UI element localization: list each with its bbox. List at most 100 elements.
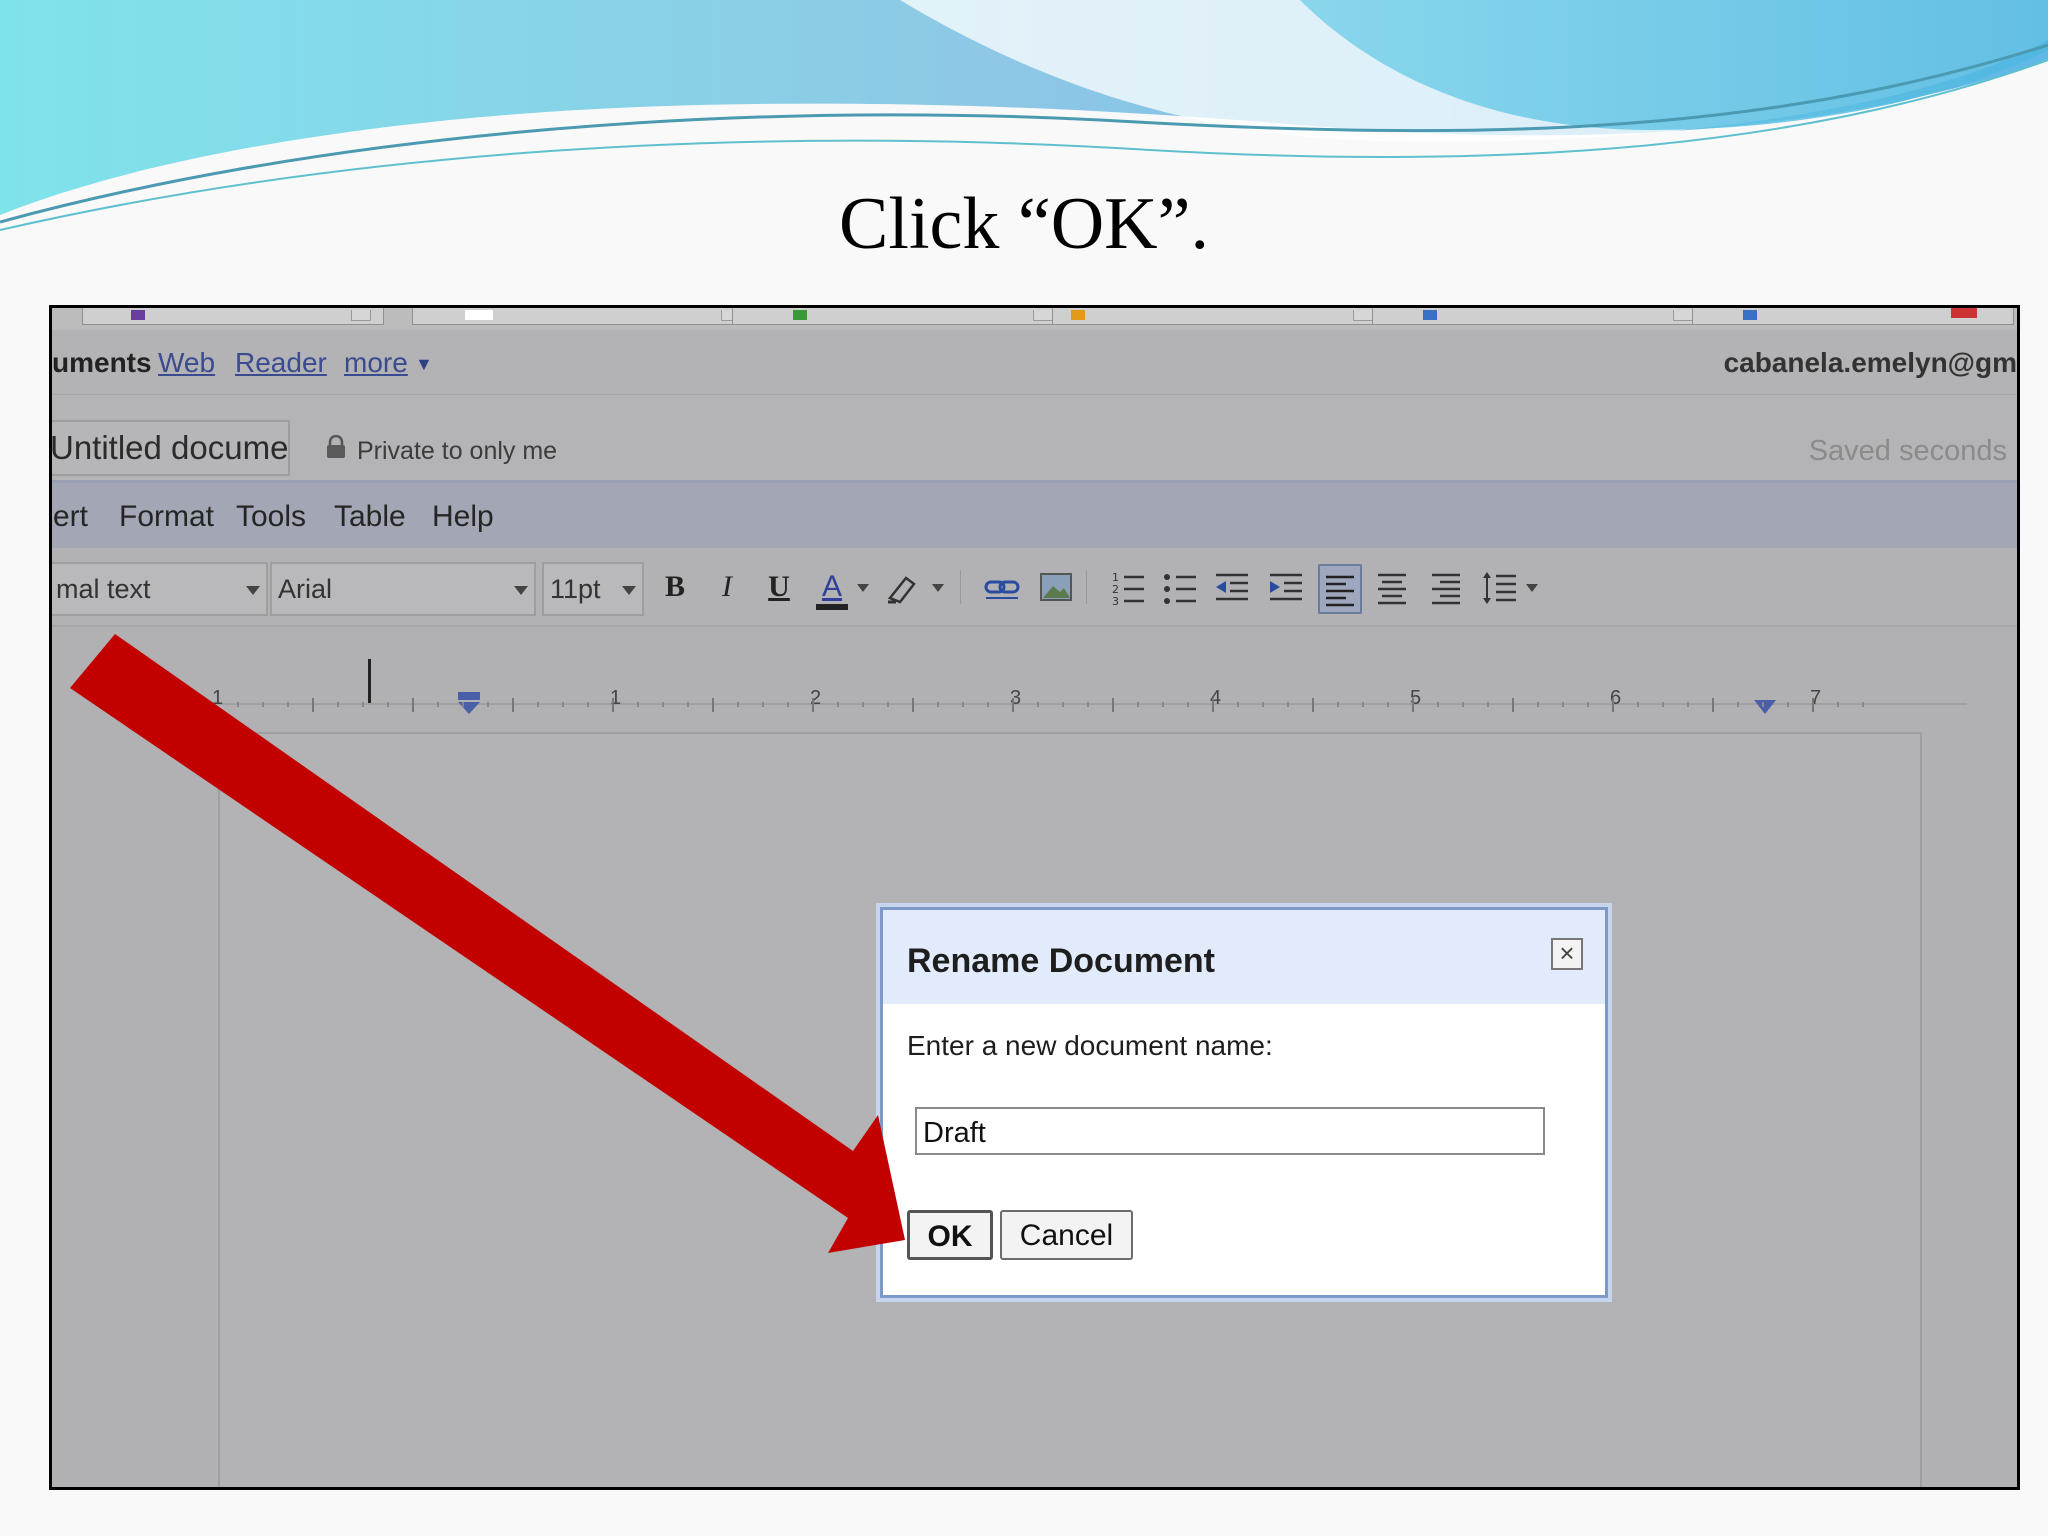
decrease-indent-icon[interactable] [1212,564,1252,610]
browser-tab[interactable] [732,308,1064,325]
cancel-button[interactable]: Cancel [1000,1210,1133,1260]
menu-tools[interactable]: Tools [236,500,306,534]
gbar-link-web[interactable]: Web [158,347,215,379]
increase-indent-icon[interactable] [1266,564,1306,610]
browser-tab[interactable] [412,308,754,325]
account-email[interactable]: cabanela.emelyn@gm [1724,347,2017,379]
menu-help[interactable]: Help [432,500,494,534]
menu-format[interactable]: Format [119,500,214,534]
ruler-tick [412,698,414,712]
bold-button[interactable]: B [655,564,695,610]
ruler-dot [637,702,639,707]
browser-tab-strip [52,308,2017,331]
ruler-dot [212,702,214,707]
highlight-icon[interactable] [882,564,922,610]
ruler-dot [1462,702,1464,707]
paragraph-style-select[interactable]: mal text [52,562,268,616]
menu-bar: ert Format Tools Table Help [52,483,2017,548]
align-center-icon[interactable] [1372,564,1412,610]
menu-insert[interactable]: ert [53,500,88,534]
browser-tab[interactable] [1052,308,1384,325]
ruler-dot [987,702,989,707]
tab-close-icon[interactable] [1033,310,1053,321]
text-color-swatch [816,604,848,610]
ruler-tick [1012,698,1014,712]
rename-dialog: Rename Document × Enter a new document n… [880,907,1608,1298]
gbar-current: uments [52,347,152,378]
ruler-dot [762,702,764,707]
favicon-icon [131,310,145,320]
privacy-status[interactable]: Private to only me [357,437,557,466]
ruler-dot [837,702,839,707]
link-icon[interactable] [982,564,1022,610]
more-dropdown-icon[interactable]: ▼ [415,354,433,375]
ruler-tick [1712,698,1714,712]
font-size-select[interactable]: 11pt [542,562,644,616]
italic-button[interactable]: I [707,564,747,610]
underline-button[interactable]: U [759,564,799,610]
ruler-dot [1137,702,1139,707]
ruler-dot [1287,702,1289,707]
browser-tab[interactable] [1372,308,1704,325]
dropdown-arrow-icon[interactable] [857,584,869,592]
ruler-dot [587,702,589,707]
ruler-tick [312,698,314,712]
menu-table[interactable]: Table [334,500,406,534]
ruler-tick [812,698,814,712]
browser-tab[interactable] [82,308,384,325]
font-select[interactable]: Arial [270,562,536,616]
window-close-icon[interactable] [1951,308,1977,318]
text-cursor [368,659,371,703]
bulleted-list-icon[interactable] [1160,564,1200,610]
document-name-input[interactable]: Draft [915,1107,1545,1155]
ruler-dot [237,702,239,707]
ruler-dot [687,702,689,707]
text-color-button[interactable]: A [812,564,852,610]
dialog-prompt: Enter a new document name: [907,1030,1273,1061]
ruler-dot [1837,702,1839,707]
tab-close-icon[interactable] [351,310,371,321]
line-spacing-icon[interactable] [1480,564,1520,610]
ruler-dot [462,702,464,707]
ruler-tick [712,698,714,712]
align-left-button[interactable] [1318,564,1362,614]
tab-close-icon[interactable] [1673,310,1693,321]
gbar-link-reader[interactable]: Reader [235,347,327,379]
ok-button[interactable]: OK [907,1210,993,1260]
ruler-dot [487,702,489,707]
favicon-icon [1071,310,1085,320]
ruler-dot [1587,702,1589,707]
ruler-dot [1437,702,1439,707]
ruler-tick [1212,698,1214,712]
image-icon[interactable] [1036,564,1076,610]
right-indent-marker-icon[interactable] [1752,696,1778,716]
ruler-dot [1562,702,1564,707]
ruler-dot [1387,702,1389,707]
underline-icon: U [768,570,790,603]
ruler-dot [287,702,289,707]
gbar-link-more[interactable]: more [344,347,408,379]
ruler-tick [1512,698,1514,712]
align-right-icon[interactable] [1426,564,1466,610]
document-title[interactable]: Untitled document [52,420,290,476]
dropdown-arrow-icon[interactable] [1526,584,1538,592]
dialog-title: Rename Document [907,942,1215,980]
ruler-tick [1312,698,1314,712]
ruler-dot [1037,702,1039,707]
dropdown-arrow-icon [622,586,636,595]
ruler-dot [262,702,264,707]
save-status: Saved seconds [1808,435,2007,467]
dropdown-arrow-icon [514,586,528,595]
dropdown-arrow-icon[interactable] [932,584,944,592]
ruler-dot [1337,702,1339,707]
close-icon[interactable]: × [1551,938,1583,970]
ruler-dot [1237,702,1239,707]
ruler-dot [937,702,939,707]
toolbar-separator [1086,570,1087,604]
tab-close-icon[interactable] [1353,310,1373,321]
paragraph-style-value: mal text [56,574,151,604]
ruler-dot [887,702,889,707]
left-indent-marker-icon[interactable] [456,692,482,716]
numbered-list-icon[interactable]: 1 2 3 [1108,564,1148,610]
ruler-dot [962,702,964,707]
